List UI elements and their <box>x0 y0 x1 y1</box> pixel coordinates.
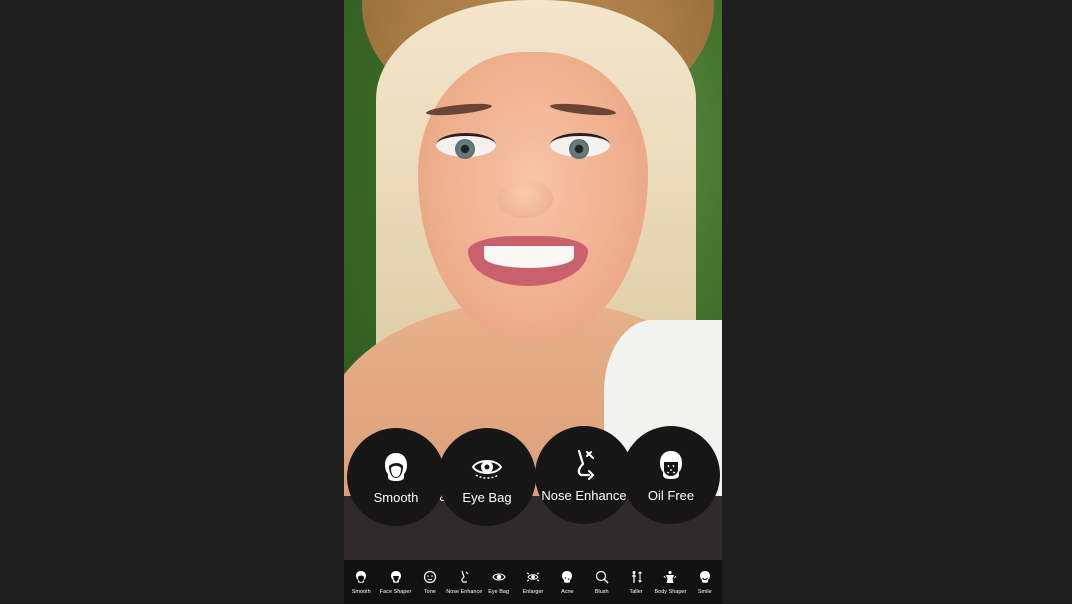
phone-screen: e Smooth Eye Bag Nose Enhance <box>344 0 722 604</box>
tool-acne[interactable]: Acne <box>550 560 584 604</box>
nose-enhance-label: Nose Enhance <box>541 487 627 503</box>
tool-label: Enlarger <box>522 588 544 595</box>
tool-label: Tone <box>423 588 436 595</box>
eye-bag-label: Eye Bag <box>462 489 512 505</box>
nose-enhance-feature-button[interactable]: Nose Enhance <box>535 426 633 524</box>
tool-blush[interactable]: Blush <box>585 560 619 604</box>
left-iris <box>455 139 475 159</box>
smile-icon <box>699 570 710 583</box>
smooth-feature-button[interactable]: Smooth <box>347 428 445 526</box>
face-smooth-icon <box>385 452 407 481</box>
oil-free-feature-button[interactable]: Oil Free <box>622 426 720 524</box>
right-letterbox <box>722 0 1072 604</box>
tool-label: Taller <box>629 588 643 595</box>
nose-enhance-icon <box>461 570 469 583</box>
oil-free-icon <box>660 450 682 479</box>
nose <box>497 180 553 218</box>
tool-label: Nose Enhance <box>446 588 483 595</box>
acne-icon <box>562 570 573 583</box>
tool-label: Acne <box>561 588 574 595</box>
eye-bag-feature-button[interactable]: Eye Bag <box>438 428 536 526</box>
tone-icon <box>423 570 436 583</box>
left-eye <box>436 133 496 159</box>
portrait-photo[interactable] <box>344 0 722 496</box>
eye-bag-icon <box>471 459 503 479</box>
tool-label: Eye Bag <box>488 588 510 595</box>
oil-free-label: Oil Free <box>647 487 695 503</box>
eye-bag-icon <box>491 572 506 581</box>
left-letterbox <box>0 0 344 604</box>
taller-icon <box>632 570 642 583</box>
tool-label: Body Shaper <box>654 588 687 595</box>
tool-smooth[interactable]: Smooth <box>344 560 378 604</box>
teeth <box>484 246 574 268</box>
tool-label: Face Shaper <box>379 588 412 595</box>
face-shaper-icon <box>390 570 401 583</box>
tool-body-shaper[interactable]: Body Shaper <box>653 560 687 604</box>
tool-nose-enhance[interactable]: Nose Enhance <box>446 560 483 604</box>
tool-bar: Smooth Face Shaper Tone Nose Enhance Eye… <box>344 560 722 604</box>
tool-tone[interactable]: Tone <box>413 560 447 604</box>
tool-label: Smooth <box>351 588 371 595</box>
tool-eye-bag[interactable]: Eye Bag <box>481 560 515 604</box>
face-smooth-icon <box>356 570 367 583</box>
tool-enlarger[interactable]: Enlarger <box>516 560 550 604</box>
tool-label: Blush <box>594 588 609 595</box>
eye-enlarger-icon <box>526 572 540 581</box>
nose-enhance-icon <box>577 449 595 480</box>
tool-face-shaper[interactable]: Face Shaper <box>378 560 412 604</box>
tool-smile[interactable]: Smile <box>688 560 722 604</box>
blush-icon <box>595 570 609 584</box>
smooth-label: Smooth <box>373 489 419 505</box>
right-eye <box>550 133 610 159</box>
body-shaper-icon <box>664 570 677 583</box>
tool-label: Smile <box>697 588 712 595</box>
right-iris <box>569 139 589 159</box>
tool-taller[interactable]: Taller <box>619 560 653 604</box>
